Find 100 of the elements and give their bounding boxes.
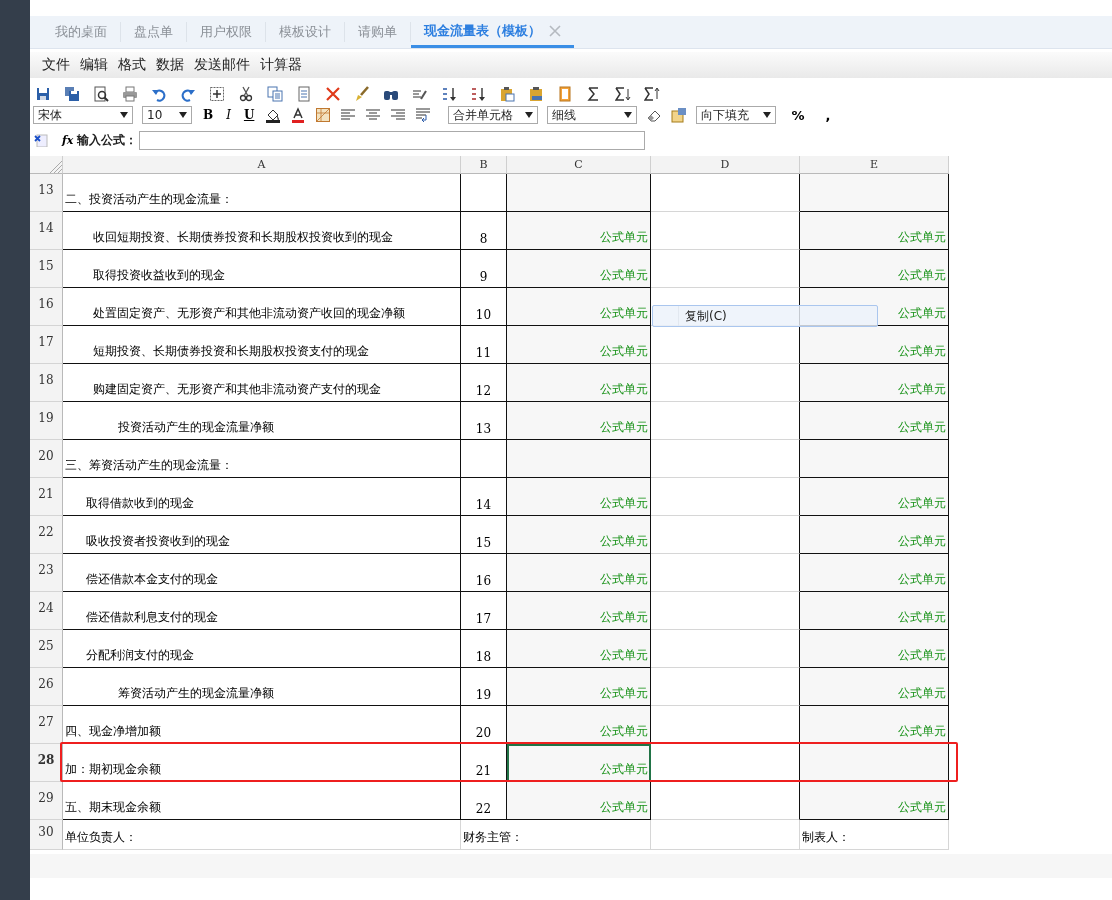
border-icon[interactable]	[315, 107, 332, 123]
scissors-icon[interactable]	[238, 86, 254, 102]
row-header[interactable]: 20	[30, 440, 63, 478]
column-header[interactable]: D	[651, 156, 800, 174]
delete-icon[interactable]	[325, 86, 341, 102]
font-color-icon[interactable]	[290, 107, 307, 123]
cancel-icon[interactable]	[34, 133, 48, 147]
table-cell: 取得借款收到的现金	[63, 478, 461, 516]
format-button[interactable]: %	[785, 107, 811, 123]
corner-icon	[50, 161, 62, 173]
row-header[interactable]: 22	[30, 516, 63, 554]
column-header[interactable]: A	[63, 156, 461, 174]
menu-item[interactable]: 复制(C)	[678, 306, 733, 326]
row-header[interactable]: 19	[30, 402, 63, 440]
align-left-icon[interactable]	[340, 107, 357, 123]
redo-icon[interactable]	[180, 86, 196, 102]
format-button[interactable]: U	[241, 108, 257, 122]
row-header[interactable]: 23	[30, 554, 63, 592]
column-header[interactable]: E	[800, 156, 949, 174]
row-header[interactable]: 14	[30, 212, 63, 250]
caret-icon	[624, 112, 633, 118]
select-all-icon[interactable]	[209, 86, 225, 102]
table-cell: 取得投资收益收到的现金	[63, 250, 461, 288]
table-cell: 购建固定资产、无形资产和其他非流动资产支付的现金	[63, 364, 461, 402]
save-all-icon[interactable]	[64, 86, 80, 102]
copy-icon[interactable]	[267, 86, 283, 102]
row-header[interactable]: 16	[30, 288, 63, 326]
table-cell: 公式单元	[800, 364, 949, 402]
clipboard-icon[interactable]	[528, 86, 544, 102]
sum-icon[interactable]	[615, 86, 631, 102]
table-cell: 三、筹资活动产生的现金流量：	[63, 440, 461, 478]
align-center-icon[interactable]	[365, 107, 382, 123]
table-cell: 公式单元	[507, 630, 651, 668]
table-cell: 公式单元	[800, 592, 949, 630]
tab[interactable]: 现金流量表（模板）	[411, 16, 574, 48]
table-cell: 公式单元	[800, 554, 949, 592]
row-header[interactable]: 13	[30, 174, 63, 212]
table-cell: 公式单元	[507, 402, 651, 440]
brush-icon[interactable]	[354, 86, 370, 102]
menu-item[interactable]: 发送邮件	[193, 56, 251, 74]
format-button[interactable]: I	[224, 108, 233, 122]
format-button[interactable]: ,	[819, 107, 837, 123]
menu-item[interactable]: 文件	[41, 56, 71, 74]
row-header[interactable]: 29	[30, 782, 63, 820]
table-cell: 公式单元	[507, 478, 651, 516]
row-header[interactable]: 25	[30, 630, 63, 668]
align-right-icon[interactable]	[390, 107, 407, 123]
row-header[interactable]: 30	[30, 820, 63, 850]
table-cell: 8	[461, 212, 507, 250]
row-header[interactable]: 27	[30, 706, 63, 744]
undo-icon[interactable]	[151, 86, 167, 102]
dropdown[interactable]: 合并单元格	[448, 106, 539, 124]
sort-descending-icon[interactable]	[470, 86, 486, 102]
format-icon[interactable]	[671, 107, 688, 123]
save-icon[interactable]	[35, 86, 51, 102]
row-header[interactable]: 17	[30, 326, 63, 364]
table-cell: 偿还借款利息支付的现金	[63, 592, 461, 630]
table-cell: 投资活动产生的现金流量净额	[63, 402, 461, 440]
table-cell: 制表人：	[800, 820, 949, 850]
row-header[interactable]: 21	[30, 478, 63, 516]
menu-item[interactable]: 计算器	[259, 56, 303, 74]
menu-item[interactable]: 数据	[155, 56, 185, 74]
table-cell: 14	[461, 478, 507, 516]
table-cell: 公式单元	[507, 592, 651, 630]
row-header[interactable]: 26	[30, 668, 63, 706]
row-header[interactable]: 24	[30, 592, 63, 630]
table-cell: 公式单元	[507, 326, 651, 364]
row-header[interactable]: 28	[30, 744, 63, 782]
table-cell: 收回短期投资、长期债券投资和长期股权投资收到的现金	[63, 212, 461, 250]
print-preview-icon[interactable]	[93, 86, 109, 102]
fill-color-icon[interactable]	[265, 107, 282, 123]
sort-ascending-icon[interactable]	[441, 86, 457, 102]
column-header[interactable]: C	[507, 156, 651, 174]
table-cell: 偿还借款本金支付的现金	[63, 554, 461, 592]
table-cell: 公式单元	[800, 782, 949, 820]
sum-icon[interactable]	[644, 86, 660, 102]
row-header[interactable]: 18	[30, 364, 63, 402]
dropdown[interactable]: 10	[142, 106, 192, 124]
column-header[interactable]: B	[461, 156, 507, 174]
dropdown[interactable]: 宋体	[33, 106, 133, 124]
page-icon[interactable]	[557, 86, 573, 102]
table-cell: 公式单元	[507, 554, 651, 592]
table-cell	[461, 174, 507, 212]
menu-item[interactable]: 格式	[117, 56, 147, 74]
row-header[interactable]: 15	[30, 250, 63, 288]
table-cell: 处置固定资产、无形资产和其他非流动资产收回的现金净额	[63, 288, 461, 326]
wrap-text-icon[interactable]	[415, 107, 432, 123]
dropdown[interactable]: 向下填充	[696, 106, 777, 124]
format-button[interactable]: B	[201, 108, 216, 122]
caret-icon	[525, 112, 534, 118]
menu-item[interactable]: 编辑	[79, 56, 109, 74]
formula-input[interactable]	[139, 130, 646, 150]
printer-icon[interactable]	[122, 86, 138, 102]
dropdown[interactable]: 细线	[547, 106, 638, 124]
table-cell: 22	[461, 782, 507, 820]
table-cell: 公式单元	[507, 744, 651, 782]
table-cell: 公式单元	[507, 212, 651, 250]
clipboard-icon[interactable]	[499, 86, 515, 102]
table-cell: 15	[461, 516, 507, 554]
table-cell	[461, 440, 507, 478]
